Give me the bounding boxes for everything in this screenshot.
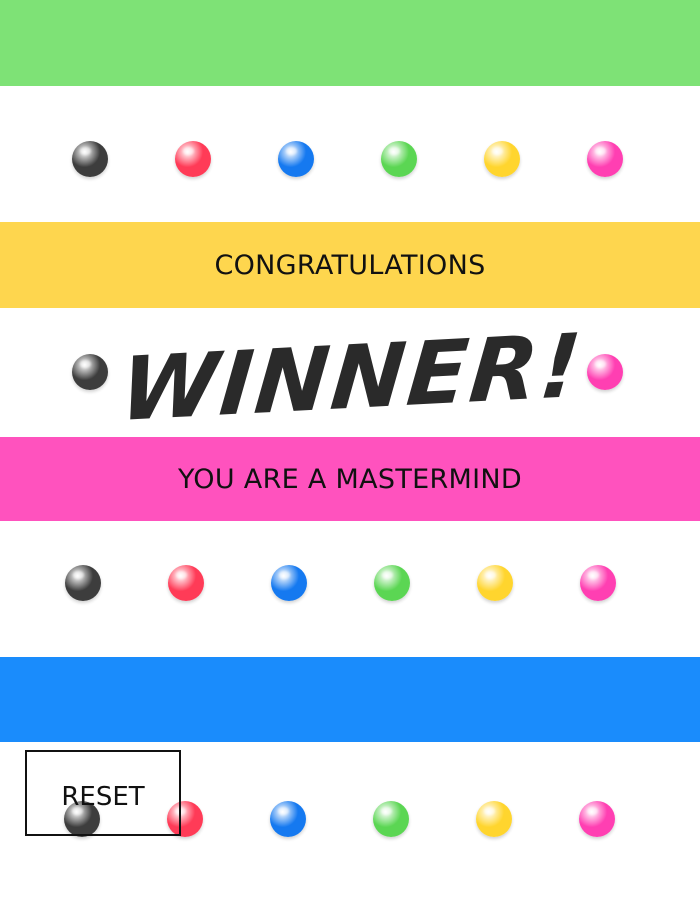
peg-black[interactable] <box>72 141 108 177</box>
reset-button[interactable]: RESET <box>25 750 181 836</box>
blue-band <box>0 657 700 742</box>
congratulations-text: CONGRATULATIONS <box>214 249 486 281</box>
peg-blue[interactable] <box>278 141 314 177</box>
reset-label: RESET <box>61 782 145 812</box>
peg-pink[interactable] <box>587 354 623 390</box>
peg-green[interactable] <box>374 565 410 601</box>
peg-blue[interactable] <box>271 565 307 601</box>
winner-text: WINNER! <box>116 313 588 441</box>
green-band <box>0 0 700 86</box>
peg-yellow[interactable] <box>484 141 520 177</box>
peg-red[interactable] <box>175 141 211 177</box>
mastermind-text: YOU ARE A MASTERMIND <box>177 463 522 495</box>
peg-green[interactable] <box>373 801 409 837</box>
peg-blue[interactable] <box>270 801 306 837</box>
winner-banner: WINNER! <box>117 314 588 441</box>
peg-yellow[interactable] <box>477 565 513 601</box>
peg-green[interactable] <box>381 141 417 177</box>
peg-black[interactable] <box>72 354 108 390</box>
peg-pink[interactable] <box>579 801 615 837</box>
peg-red[interactable] <box>168 565 204 601</box>
peg-yellow[interactable] <box>476 801 512 837</box>
peg-pink[interactable] <box>580 565 616 601</box>
peg-row-top <box>0 141 700 181</box>
peg-pink[interactable] <box>587 141 623 177</box>
peg-row-middle <box>0 565 700 605</box>
pink-band: YOU ARE A MASTERMIND <box>0 437 700 521</box>
peg-black[interactable] <box>65 565 101 601</box>
yellow-band: CONGRATULATIONS <box>0 222 700 308</box>
